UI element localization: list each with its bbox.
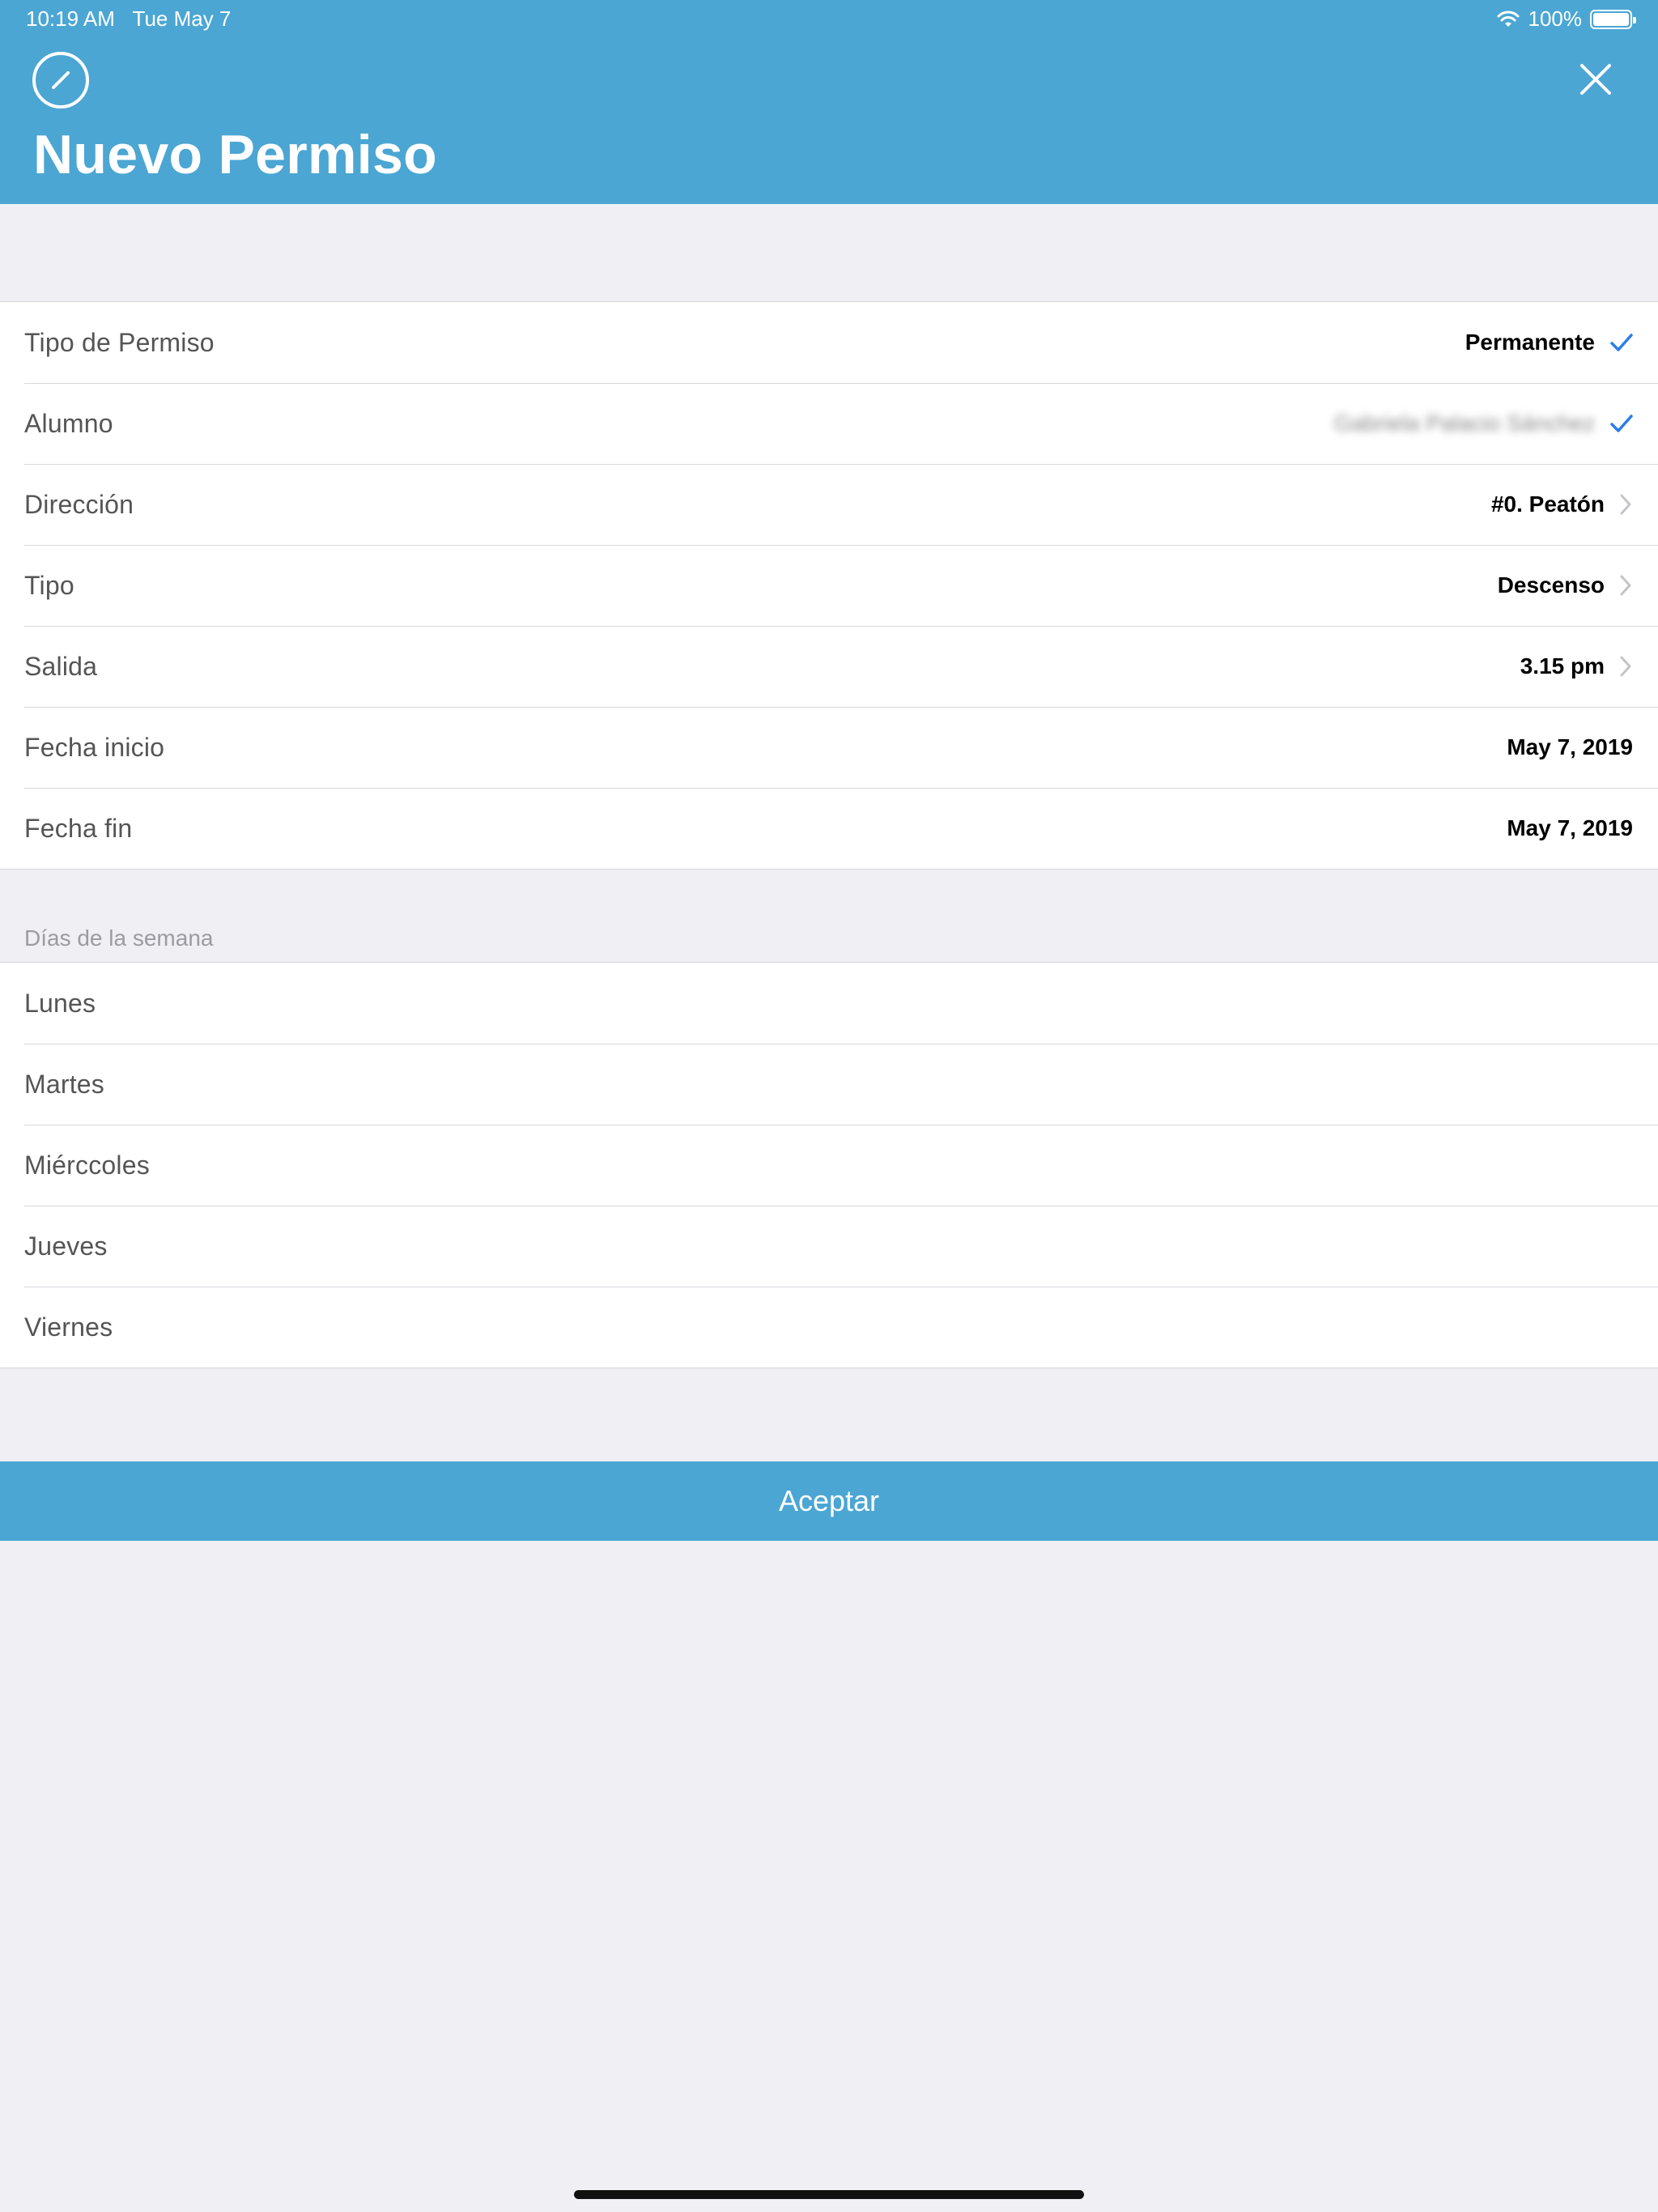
- wifi-icon: [1497, 11, 1519, 27]
- slash-circle-icon[interactable]: [31, 50, 91, 110]
- header-bar: 10:19 AM Tue May 7 100% Nuevo Permiso: [0, 0, 1658, 204]
- close-icon[interactable]: [1577, 61, 1614, 98]
- row-value: May 7, 2019: [1507, 734, 1633, 759]
- chevron-right-icon: [1620, 494, 1631, 515]
- page-title: Nuevo Permiso: [33, 124, 437, 185]
- weekday-row[interactable]: Jueves: [0, 1206, 1658, 1287]
- weekday-label: Miérccoles: [24, 1150, 150, 1180]
- weekday-label: Viernes: [24, 1312, 113, 1342]
- weekdays-list: Lunes Martes Miérccoles Jueves Viernes: [0, 962, 1658, 1368]
- row-tipo[interactable]: Tipo Descenso: [0, 545, 1658, 626]
- weekday-row[interactable]: Martes: [0, 1044, 1658, 1125]
- row-label: Salida: [24, 651, 98, 681]
- permission-form: Tipo de Permiso Permanente Alumno Gabrie…: [0, 301, 1658, 870]
- row-salida[interactable]: Salida 3.15 pm: [0, 626, 1658, 707]
- row-value: May 7, 2019: [1507, 815, 1633, 840]
- chevron-right-icon: [1620, 575, 1631, 596]
- row-tipo-de-permiso[interactable]: Tipo de Permiso Permanente: [0, 302, 1658, 383]
- weekday-label: Lunes: [24, 988, 96, 1018]
- row-label: Fecha fin: [24, 813, 133, 843]
- weekday-row[interactable]: Lunes: [0, 963, 1658, 1044]
- checkmark-icon: [1610, 334, 1633, 351]
- chevron-right-icon: [1620, 656, 1631, 677]
- row-direccion[interactable]: Dirección #0. Peatón: [0, 464, 1658, 545]
- weekday-label: Jueves: [24, 1231, 108, 1261]
- weekday-label: Martes: [24, 1069, 104, 1099]
- weekdays-caption: Días de la semana: [24, 925, 214, 951]
- weekday-row[interactable]: Miérccoles: [0, 1125, 1658, 1206]
- row-alumno[interactable]: Alumno Gabriela Palacio Sánchez: [0, 383, 1658, 464]
- row-fecha-fin[interactable]: Fecha fin May 7, 2019: [0, 788, 1658, 869]
- battery-percent: 100%: [1528, 6, 1583, 31]
- battery-icon: [1590, 9, 1636, 29]
- status-date-text: Tue May 7: [132, 6, 232, 31]
- row-value: Permanente: [1465, 330, 1595, 355]
- accept-button[interactable]: Aceptar: [0, 1461, 1658, 1541]
- row-label: Alumno: [24, 408, 113, 438]
- weekday-row[interactable]: Viernes: [0, 1287, 1658, 1368]
- status-time-text: 10:19 AM: [26, 6, 115, 31]
- row-label: Dirección: [24, 489, 134, 519]
- row-value: Descenso: [1497, 572, 1605, 598]
- home-indicator[interactable]: [574, 2190, 1084, 2199]
- student-name-blurred: Gabriela Palacio Sánchez: [1333, 410, 1595, 436]
- status-time: 10:19 AM Tue May 7: [26, 6, 231, 32]
- status-indicators: 100%: [1496, 6, 1636, 32]
- row-fecha-inicio[interactable]: Fecha inicio May 7, 2019: [0, 707, 1658, 788]
- row-value: 3.15 pm: [1520, 653, 1605, 678]
- row-label: Fecha inicio: [24, 732, 165, 762]
- row-label: Tipo de Permiso: [24, 327, 215, 357]
- row-value: #0. Peatón: [1490, 491, 1605, 517]
- row-label: Tipo: [24, 570, 74, 600]
- checkmark-icon: [1610, 415, 1633, 432]
